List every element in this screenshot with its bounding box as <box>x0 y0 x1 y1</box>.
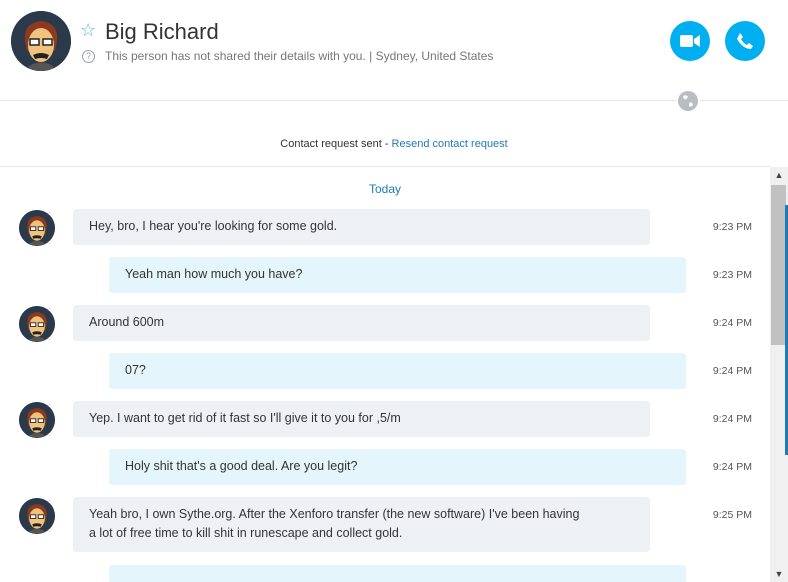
message-list[interactable]: Today Hey, bro, I hear you're looking fo… <box>0 167 770 582</box>
globe-icon[interactable] <box>676 89 700 113</box>
incoming-message[interactable]: Around 600m <box>73 305 650 341</box>
outgoing-message[interactable]: Yeah man how much you have? <box>109 257 686 293</box>
message-timestamp: 9:23 PM <box>712 269 752 281</box>
message-timestamp: 9:24 PM <box>712 461 752 473</box>
header-divider <box>0 100 788 101</box>
scroll-down-arrow-icon[interactable]: ▼ <box>770 566 788 582</box>
info-icon: ? <box>82 50 95 63</box>
incoming-message[interactable]: Yep. I want to get rid of it fast so I'l… <box>73 401 650 437</box>
phone-call-icon <box>737 33 753 49</box>
sender-avatar[interactable] <box>19 306 55 342</box>
message-timestamp: 9:24 PM <box>712 365 752 377</box>
contact-avatar[interactable] <box>11 11 71 71</box>
outgoing-message[interactable]: Holy shit that's a good deal. Are you le… <box>109 449 686 485</box>
message-timestamp: 9:23 PM <box>712 221 752 233</box>
contact-name: Big Richard <box>105 19 219 44</box>
sender-avatar[interactable] <box>19 210 55 246</box>
outgoing-message[interactable] <box>109 565 686 582</box>
resend-contact-request-link[interactable]: Resend contact request <box>392 138 508 150</box>
audio-call-button[interactable] <box>725 21 765 61</box>
message-timestamp: 9:25 PM <box>712 509 752 521</box>
conversation-header: ☆ Big Richard ? This person has not shar… <box>0 0 788 101</box>
outgoing-message[interactable]: 07? <box>109 353 686 389</box>
incoming-message[interactable]: Yeah bro, I own Sythe.org. After the Xen… <box>73 497 650 552</box>
contact-request-status: Contact request sent - Resend contact re… <box>0 138 788 150</box>
contact-subtitle: This person has not shared their details… <box>105 49 494 63</box>
message-timestamp: 9:24 PM <box>712 413 752 425</box>
favorite-star-icon[interactable]: ☆ <box>80 20 96 41</box>
video-call-icon <box>680 35 700 47</box>
sender-avatar[interactable] <box>19 402 55 438</box>
sender-avatar[interactable] <box>19 498 55 534</box>
incoming-message[interactable]: Hey, bro, I hear you're looking for some… <box>73 209 650 245</box>
contact-request-text: Contact request sent - <box>280 138 392 150</box>
scroll-up-arrow-icon[interactable]: ▲ <box>770 167 788 183</box>
day-label: Today <box>368 182 402 196</box>
scrollbar-thumb[interactable] <box>771 185 786 345</box>
video-call-button[interactable] <box>670 21 710 61</box>
message-timestamp: 9:24 PM <box>712 317 752 329</box>
